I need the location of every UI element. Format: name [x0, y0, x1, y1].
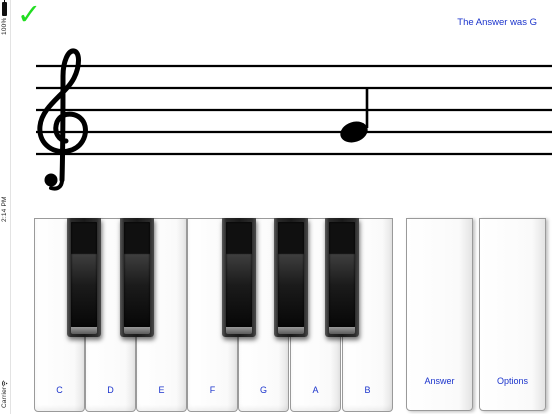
battery-icon: [2, 0, 7, 16]
checkmark-icon: ✓: [17, 0, 42, 31]
status-time: 2:14 PM: [1, 196, 8, 222]
key-label-a: A: [312, 385, 319, 395]
answer-message: The Answer was G: [457, 17, 537, 28]
options-button[interactable]: Options: [479, 218, 546, 411]
staff-lines: [36, 64, 552, 156]
key-d-sharp[interactable]: [120, 218, 154, 337]
key-label-d: D: [107, 385, 114, 395]
key-g-sharp[interactable]: [274, 218, 308, 337]
options-button-label: Options: [496, 376, 529, 386]
answer-button[interactable]: Answer: [406, 218, 473, 411]
key-f-sharp[interactable]: [222, 218, 256, 337]
key-label-g: G: [259, 385, 267, 395]
key-label-b: B: [364, 385, 371, 395]
key-c-sharp[interactable]: [67, 218, 101, 337]
carrier-name: Carrier: [1, 386, 8, 408]
battery-percentage: 100%: [1, 17, 8, 35]
treble-clef-icon: [37, 48, 88, 191]
key-label-f: F: [209, 385, 216, 395]
quarter-note: [340, 89, 369, 143]
key-label-e: E: [158, 385, 165, 395]
music-staff: [36, 48, 552, 191]
key-label-c: C: [56, 385, 63, 395]
piano-keyboard: C D E F G A B: [34, 218, 398, 413]
key-a-sharp[interactable]: [325, 218, 359, 337]
answer-button-label: Answer: [424, 376, 455, 386]
